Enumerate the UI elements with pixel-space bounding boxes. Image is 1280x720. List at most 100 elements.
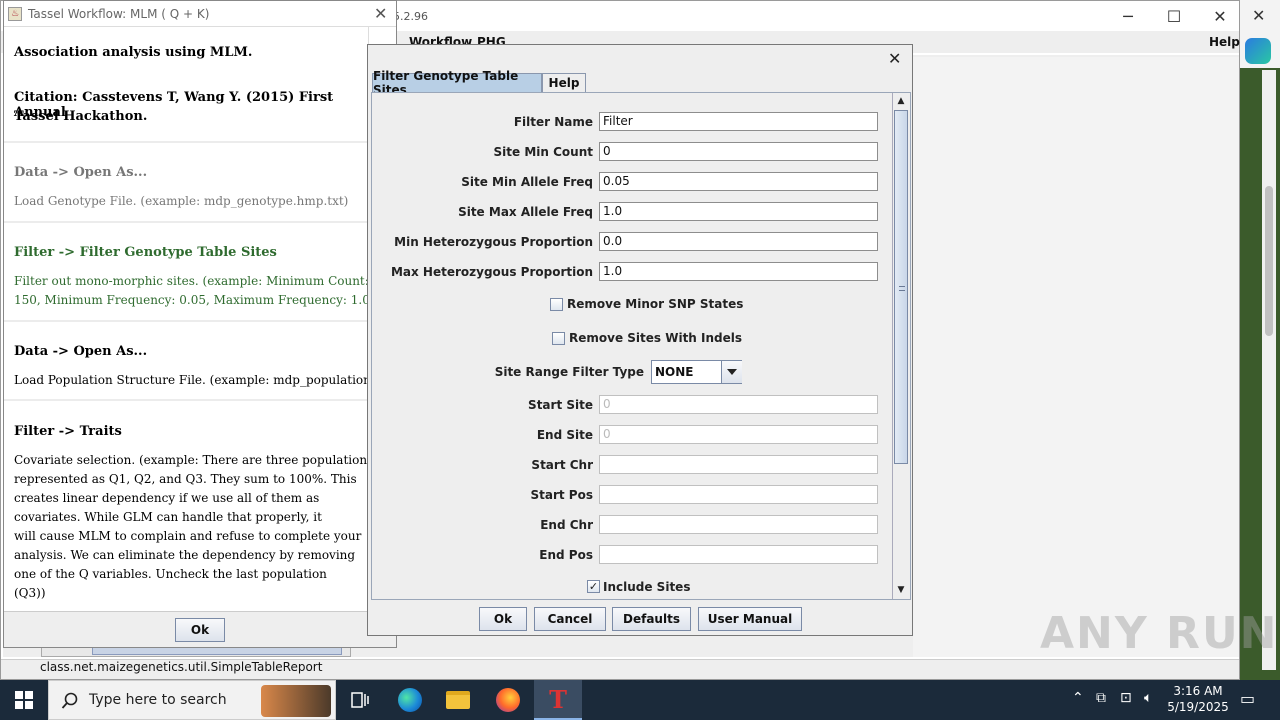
search-icon <box>61 692 78 709</box>
windows-icon <box>15 691 33 709</box>
close-icon[interactable]: ✕ <box>1197 1 1243 31</box>
section-heading: Tassel Hackathon. <box>14 109 148 124</box>
user-manual-button[interactable]: User Manual <box>698 607 802 631</box>
cancel-button[interactable]: Cancel <box>534 607 606 631</box>
tab-help[interactable]: Help <box>542 73 586 92</box>
filter-name-field[interactable]: Filter <box>599 112 878 131</box>
start-pos-field[interactable] <box>599 485 878 504</box>
workflow-titlebar: ♨ Tassel Workflow: MLM ( Q + K) ✕ <box>4 1 396 27</box>
close-icon[interactable]: ✕ <box>888 49 901 68</box>
search-placeholder: Type here to search <box>89 692 227 708</box>
workflow-content: Association analysis using MLM. Citation… <box>4 27 369 611</box>
scroll-up-icon[interactable]: ▲ <box>893 93 909 109</box>
tassel-app-icon[interactable]: T <box>534 680 582 720</box>
end-pos-label: End Pos <box>539 548 593 562</box>
site-range-filter-label: Site Range Filter Type <box>494 365 644 379</box>
defaults-button[interactable]: Defaults <box>612 607 691 631</box>
section-text: Covariate selection. (example: There are… <box>14 453 369 467</box>
section-heading: Data -> Open As... <box>14 344 148 359</box>
end-pos-field[interactable] <box>599 545 878 564</box>
ethernet-icon[interactable]: ⊡ <box>1120 690 1132 706</box>
close-icon[interactable]: ✕ <box>374 4 387 23</box>
desktop-scrollbar[interactable] <box>1262 70 1276 670</box>
scrollbar-thumb[interactable] <box>1265 186 1273 336</box>
volume-icon[interactable]: 🔈︎ <box>1144 690 1152 706</box>
section-text: Load Genotype File. (example: mdp_genoty… <box>14 194 349 208</box>
section-text: Load Population Structure File. (example… <box>14 373 369 387</box>
min-heterozygous-field[interactable]: 0.0 <box>599 232 878 251</box>
site-min-allele-freq-label: Site Min Allele Freq <box>461 175 593 189</box>
chevron-down-icon[interactable] <box>721 361 742 383</box>
watermark: ANY RUN <box>1040 608 1279 659</box>
max-heterozygous-label: Max Heterozygous Proportion <box>390 265 593 279</box>
menu-help[interactable]: Help <box>1209 35 1240 49</box>
start-chr-label: Start Chr <box>531 458 593 472</box>
select-value: NONE <box>655 365 694 379</box>
maximize-icon[interactable]: ☐ <box>1151 1 1197 31</box>
filter-dialog: ✕ Filter Genotype Table Sites Help Filte… <box>367 44 913 636</box>
browser-close-icon[interactable]: ✕ <box>1252 6 1265 25</box>
results-panel <box>913 57 1239 657</box>
start-site-field[interactable]: 0 <box>599 395 878 414</box>
copilot-icon[interactable] <box>1245 38 1271 64</box>
section-heading: Filter -> Filter Genotype Table Sites <box>14 245 277 260</box>
site-min-count-label: Site Min Count <box>493 145 593 159</box>
filter-name-label: Filter Name <box>513 115 593 129</box>
scrollbar-thumb[interactable] <box>894 110 908 464</box>
divider <box>4 221 368 223</box>
workflow-footer: Ok <box>4 611 396 647</box>
section-heading: Data -> Open As... <box>14 165 148 180</box>
taskbar-search[interactable]: Type here to search <box>48 680 336 720</box>
ok-button[interactable]: Ok <box>175 618 225 642</box>
tab-filter-genotype-table-sites[interactable]: Filter Genotype Table Sites <box>372 69 542 97</box>
section-heading: Filter -> Traits <box>14 424 122 439</box>
min-heterozygous-label: Min Heterozygous Proportion <box>394 235 593 249</box>
remove-indels-label: Remove Sites With Indels <box>569 331 743 345</box>
scroll-down-icon[interactable]: ▼ <box>893 582 909 598</box>
remove-indels-checkbox[interactable] <box>552 332 565 345</box>
include-sites-checkbox[interactable]: ✓ <box>587 580 600 593</box>
site-min-allele-freq-field[interactable]: 0.05 <box>599 172 878 191</box>
clock-time[interactable]: 3:16 AM <box>1172 684 1224 698</box>
site-range-filter-select[interactable]: NONE <box>651 360 742 384</box>
site-max-allele-freq-label: Site Max Allele Freq <box>458 205 593 219</box>
section-heading: Association analysis using MLM. <box>14 45 253 60</box>
start-chr-field[interactable] <box>599 455 878 474</box>
clock-date[interactable]: 5/19/2025 <box>1164 700 1232 714</box>
end-chr-label: End Chr <box>540 518 593 532</box>
status-text: class.net.maizegenetics.util.SimpleTable… <box>40 660 323 674</box>
remove-minor-snp-checkbox[interactable] <box>550 298 563 311</box>
ok-button[interactable]: Ok <box>479 607 527 631</box>
end-site-label: End Site <box>536 428 593 442</box>
section-text: Filter out mono-morphic sites. (example:… <box>14 274 369 288</box>
filter-settings-panel: Filter Name Filter Site Min Count 0 Site… <box>371 92 911 600</box>
end-chr-field[interactable] <box>599 515 878 534</box>
chevron-up-icon[interactable]: ⌃ <box>1072 690 1084 706</box>
section-text: represented as Q1, Q2, and Q3. They sum … <box>14 472 357 486</box>
java-icon: ♨ <box>8 7 22 21</box>
end-site-field[interactable]: 0 <box>599 425 878 444</box>
remove-minor-snp-label: Remove Minor SNP States <box>567 297 744 311</box>
network-icon[interactable]: ⧉ <box>1096 690 1106 706</box>
include-sites-label: Include Sites <box>603 580 691 594</box>
start-site-label: Start Site <box>528 398 593 412</box>
minimize-icon[interactable]: ─ <box>1105 1 1151 31</box>
start-button[interactable] <box>0 680 48 720</box>
site-max-allele-freq-field[interactable]: 1.0 <box>599 202 878 221</box>
file-explorer-icon[interactable] <box>434 680 482 720</box>
workflow-title: Tassel Workflow: MLM ( Q + K) <box>28 7 210 21</box>
workflow-window: ♨ Tassel Workflow: MLM ( Q + K) ✕ Associ… <box>3 0 397 648</box>
firefox-icon[interactable] <box>484 680 532 720</box>
tassel-logo-icon: T <box>549 684 567 714</box>
max-heterozygous-field[interactable]: 1.0 <box>599 262 878 281</box>
notification-icon[interactable]: ▭ <box>1240 689 1255 708</box>
task-view-icon[interactable] <box>336 680 384 720</box>
section-text: covariates. While GLM can handle that pr… <box>14 510 322 524</box>
section-text: creates linear dependency if we use all … <box>14 491 320 505</box>
divider <box>4 399 368 401</box>
section-text: will cause MLM to complain and refuse to… <box>14 529 362 543</box>
vertical-scrollbar[interactable]: ▲ ▼ <box>892 93 909 599</box>
section-text: (Q3)) <box>14 586 46 600</box>
edge-icon[interactable] <box>386 680 434 720</box>
site-min-count-field[interactable]: 0 <box>599 142 878 161</box>
